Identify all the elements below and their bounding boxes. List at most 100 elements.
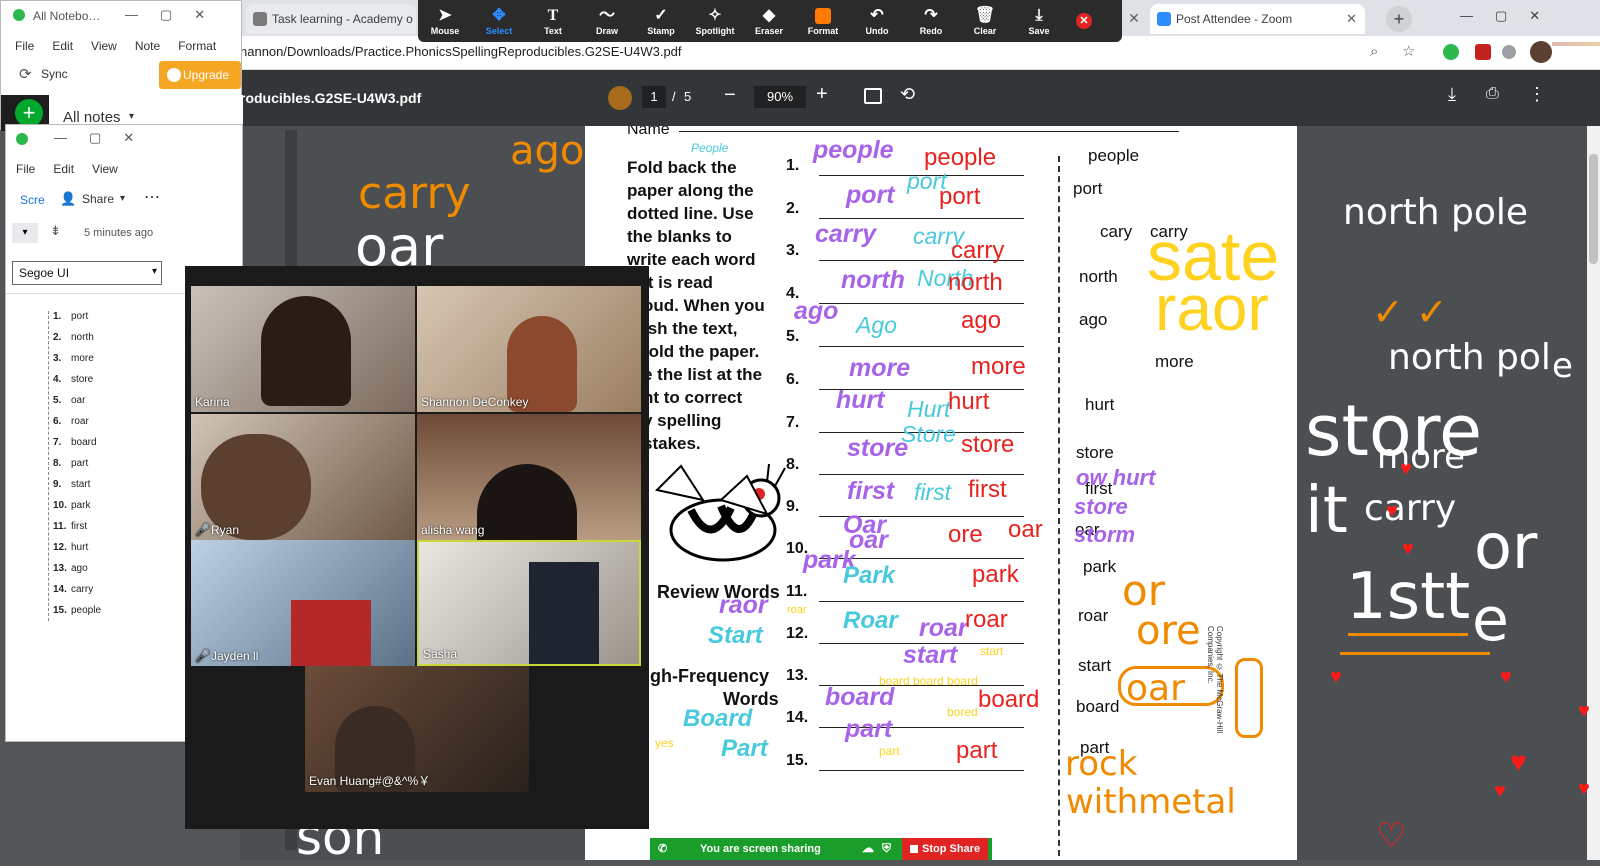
annotation-cyan: Hurt (907, 396, 951, 422)
muted-mic-icon: 🎤 (195, 523, 210, 537)
video-tile-shannon[interactable]: Shannon DeConkey (417, 286, 641, 412)
annotation-purple: store (847, 434, 909, 462)
new-note-button[interactable]: + (15, 99, 43, 127)
annotation-yellow: roar (787, 604, 807, 616)
tool-format[interactable]: Format (796, 0, 850, 42)
list-word: roar (71, 416, 89, 427)
video-tile-sasha[interactable]: Sasha (417, 540, 641, 666)
fit-page-icon[interactable] (864, 88, 882, 104)
video-tile-jayden[interactable]: 🎤 Jayden ll (191, 540, 415, 666)
menu-edit[interactable]: Edit (53, 162, 74, 176)
menu-view[interactable]: View (92, 162, 118, 176)
tab-zoom[interactable]: Post Attendee - Zoom ✕ (1150, 4, 1365, 34)
tool-clear[interactable]: 🗑 Clear (958, 0, 1012, 42)
close-icon[interactable]: ✕ (1346, 11, 1357, 27)
participant-name: Shannon DeConkey (421, 395, 529, 409)
stop-share-button[interactable]: Stop Share (902, 838, 988, 860)
video-tile-evan[interactable]: Evan Huang#@&^%￥ (305, 666, 529, 792)
participant-name: Sasha (423, 647, 458, 661)
row-number: 5. (786, 328, 800, 345)
download-icon[interactable]: ⤓ (1448, 84, 1456, 105)
menu-format[interactable]: Format (178, 39, 216, 53)
tool-spotlight[interactable]: ✧ Spotlight (688, 0, 742, 42)
row-number: 7. (786, 414, 800, 431)
star-icon[interactable]: ☆ (1402, 42, 1415, 60)
zoom-out-icon[interactable]: − (724, 84, 736, 107)
new-tab-button[interactable]: + (1386, 6, 1412, 32)
participant-video (477, 464, 577, 540)
print-icon[interactable]: ⎙ (1486, 85, 1499, 103)
window-controls[interactable]: —▢✕ (1460, 8, 1562, 24)
ublock-extension-icon[interactable] (1475, 44, 1491, 60)
annotation-purple: port (846, 181, 895, 209)
search-icon[interactable]: ⌕ (1370, 43, 1378, 60)
user-icon: 👤 (60, 191, 77, 206)
list-item: 1. port (53, 311, 88, 322)
annotation-cyan: Store (901, 421, 956, 447)
close-annotation-button[interactable]: ✕ (1066, 0, 1102, 42)
url-field[interactable]: hannon/Downloads/Practice.PhonicsSpellin… (240, 44, 682, 59)
tool-eraser[interactable]: ◆ Eraser (742, 0, 796, 42)
chevron-down-icon[interactable]: ▾ (120, 193, 125, 204)
scrollbar-thumb[interactable] (1589, 154, 1598, 264)
screenshot-link[interactable]: Scre (20, 193, 45, 207)
expand-icon[interactable]: ⇟ (50, 223, 61, 239)
instruction-line: dotted line. Use (627, 204, 754, 223)
puzzle-icon[interactable] (1502, 45, 1516, 59)
close-icon[interactable]: ✕ (1122, 6, 1146, 30)
participant-video (529, 562, 599, 664)
heart-outline-icon: ♡ (1376, 817, 1407, 855)
window-controls[interactable]: —▢✕ (125, 7, 227, 23)
menu-note[interactable]: Note (135, 39, 160, 53)
page-number-input[interactable]: 1 (642, 86, 666, 108)
tool-stamp[interactable]: ✓ Stamp (634, 0, 688, 42)
video-tile-ryan[interactable]: 🎤 Ryan (191, 414, 415, 540)
sync-button[interactable]: Sync (41, 67, 68, 81)
participant-video (261, 296, 351, 406)
video-tile-karina[interactable]: Karina (191, 286, 415, 412)
upgrade-button[interactable]: Upgrade (159, 61, 241, 89)
row-number: 2. (786, 200, 800, 217)
zoom-level[interactable]: 90% (754, 86, 806, 108)
evernote-extension-icon[interactable] (1443, 44, 1459, 60)
sync-icon: ⟳ (19, 66, 32, 83)
tab-task-learning[interactable]: Task learning - Academy o (246, 4, 416, 34)
more-icon[interactable]: ⋯ (144, 187, 160, 207)
menu-view[interactable]: View (91, 39, 117, 53)
menu-file[interactable]: File (16, 162, 35, 176)
list-number: 5. (53, 395, 62, 406)
list-number: 7. (53, 437, 62, 448)
chevron-down-icon[interactable]: ▾ (12, 223, 38, 243)
row-number: 11. (786, 583, 808, 600)
avatar[interactable] (1530, 41, 1552, 63)
more-menu-icon[interactable]: ⋮ (1528, 84, 1546, 105)
menu-edit[interactable]: Edit (52, 39, 73, 53)
font-select[interactable]: Segoe UI ▾ (12, 261, 162, 285)
annotation-red: part (956, 737, 998, 764)
evernote-main-window: All Notebo… —▢✕ File Edit View Note Format ⟳… (0, 0, 243, 131)
scrollbar[interactable] (1587, 126, 1600, 860)
tool-redo[interactable]: ↷ Redo (904, 0, 958, 42)
page-separator: / (672, 89, 676, 104)
chevron-down-icon[interactable]: ▾ (129, 111, 134, 122)
menu-file[interactable]: File (15, 39, 34, 53)
tool-select[interactable]: ✥ Select (472, 0, 526, 42)
annotation-cyan: first (914, 479, 952, 505)
tool-text[interactable]: T Text (526, 0, 580, 42)
rotate-icon[interactable]: ⟲ (900, 84, 915, 105)
share-button[interactable]: Share (82, 192, 114, 206)
tool-draw[interactable]: 〜 Draw (580, 0, 634, 42)
participant-name: Karina (195, 395, 230, 409)
annotation-orange-bottle (1235, 658, 1263, 738)
instruction-line: it is read (643, 273, 713, 292)
list-number: 6. (53, 416, 62, 427)
video-tile-alisha[interactable]: alisha wang (417, 414, 641, 540)
window-controls[interactable]: —▢✕ (54, 130, 156, 146)
tool-save[interactable]: ⤓ Save (1012, 0, 1066, 42)
zoom-in-icon[interactable]: + (816, 83, 828, 106)
list-number: 8. (53, 458, 62, 469)
shield-icon: ⛨ (882, 841, 892, 855)
list-number: 13. (53, 563, 67, 574)
tool-mouse[interactable]: ➤ Mouse (418, 0, 472, 42)
tool-undo[interactable]: ↶ Undo (850, 0, 904, 42)
